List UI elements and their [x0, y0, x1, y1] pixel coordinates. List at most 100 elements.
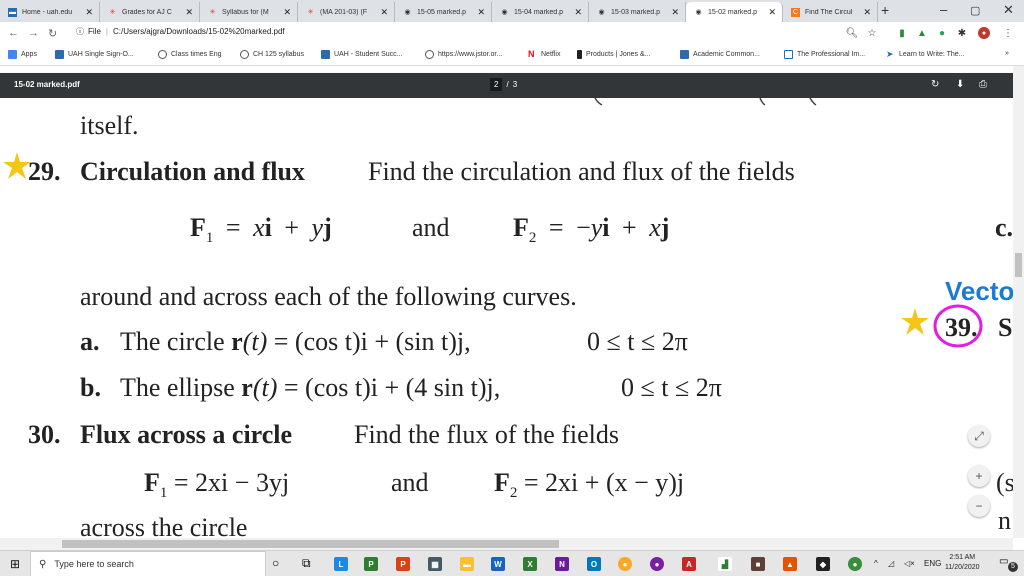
vertical-scrollbar[interactable]	[1013, 66, 1024, 538]
app-icon[interactable]: ▲	[783, 557, 797, 571]
back-icon[interactable]: ←	[8, 27, 19, 39]
chegg-icon: C	[791, 7, 800, 17]
app-icon[interactable]: ◆	[816, 557, 830, 571]
chart-app-icon[interactable]: ▟	[718, 557, 732, 571]
extension-icon[interactable]: ▮	[896, 27, 908, 39]
close-icon[interactable]: ✕	[574, 7, 582, 18]
taskbar-search-box[interactable]: ⚲ Type here to search	[30, 551, 266, 576]
minecraft-icon[interactable]: ■	[751, 557, 765, 571]
text-across-circle: across the circle	[80, 513, 248, 538]
tab-15-02-active[interactable]: ◉ 15-02 marked.p ✕	[686, 2, 783, 22]
fit-page-button[interactable]: ⤢	[968, 425, 990, 447]
close-icon[interactable]: ✕	[671, 7, 679, 18]
app-icon[interactable]: L	[334, 557, 348, 571]
forward-icon[interactable]: →	[28, 27, 39, 39]
rotate-icon[interactable]: ↻	[931, 79, 939, 90]
vertical-scroll-thumb[interactable]	[1015, 253, 1022, 277]
tab-15-05[interactable]: ◉ 15-05 marked.p ✕	[395, 2, 492, 22]
close-icon[interactable]: ✕	[768, 7, 776, 18]
netflix-icon: N	[528, 49, 535, 59]
notifications-icon[interactable]: ▭	[999, 556, 1008, 567]
zoom-icon[interactable]: 🔍︎	[846, 27, 859, 39]
puzzle-icon[interactable]: ✱	[956, 27, 968, 39]
bookmark-class-times[interactable]: Class times Eng	[158, 50, 222, 59]
task-view-icon[interactable]: ⧉	[302, 556, 311, 571]
close-icon[interactable]: ✕	[185, 7, 193, 18]
pdf-title: 15-02 marked.pdf	[14, 80, 80, 89]
cortana-icon[interactable]: ○	[272, 556, 279, 570]
horizontal-scroll-thumb[interactable]	[62, 540, 559, 548]
bookmark-learn-write[interactable]: ➤ Learn to Write: The...	[886, 50, 965, 59]
horizontal-scrollbar[interactable]	[0, 538, 1013, 550]
tab-15-03[interactable]: ◉ 15-03 marked.p ✕	[589, 2, 686, 22]
tab-home-uah[interactable]: ▬ Home - uah.edu ✕	[0, 2, 100, 22]
app-icon[interactable]: P	[396, 557, 410, 571]
excel-icon[interactable]: X	[523, 557, 537, 571]
close-icon[interactable]: ✕	[283, 7, 291, 18]
page-separator: /	[506, 80, 509, 89]
bookmark-uah-sso[interactable]: UAH Single Sign-O...	[55, 50, 134, 59]
right-text-paren: (s	[996, 468, 1013, 497]
zoom-out-button[interactable]: −	[968, 495, 990, 517]
address-bar[interactable]: ⓘ File | C:/Users/ajgra/Downloads/15-02%…	[76, 26, 285, 37]
bookmark-ch125[interactable]: CH 125 syllabus	[240, 50, 304, 59]
access-icon[interactable]: A	[682, 557, 696, 571]
text-itself: itself.	[80, 111, 139, 140]
extension-icon[interactable]: ▲	[916, 27, 928, 39]
tab-15-04[interactable]: ◉ 15-04 marked.p ✕	[492, 2, 589, 22]
print-icon[interactable]: ⎙	[979, 79, 987, 90]
bookmark-professional[interactable]: The Professional Im...	[784, 50, 865, 59]
avatar[interactable]: ●	[978, 27, 990, 39]
bookmark-academic[interactable]: Academic Common...	[680, 50, 760, 59]
tab-syllabus[interactable]: ✳ Syllabus for (M ✕	[200, 2, 298, 22]
browser-toolbar: ← → ↻ ⓘ File | C:/Users/ajgra/Downloads/…	[0, 22, 1024, 45]
language-indicator[interactable]: ENG	[924, 559, 941, 568]
extension-icon[interactable]: ●	[936, 27, 948, 39]
tab-grades[interactable]: ✳ Grades for AJ C ✕	[100, 2, 200, 22]
reload-icon[interactable]: ↻	[48, 27, 57, 40]
right-text-n: n	[998, 506, 1011, 535]
bookmark-jstor[interactable]: https://www.jstor.or...	[425, 50, 502, 59]
onenote-icon[interactable]: N	[555, 557, 569, 571]
network-icon[interactable]: ◿	[888, 559, 894, 568]
canvas-icon: ✳	[109, 9, 116, 16]
outlook-icon[interactable]: O	[587, 557, 601, 571]
bookmarks-more-button[interactable]: »	[1005, 50, 1009, 57]
app-icon[interactable]: ●	[650, 557, 664, 571]
tab-find-circulation[interactable]: C Find The Circul ✕	[783, 2, 878, 22]
menu-icon[interactable]: ⋮	[1002, 27, 1014, 39]
minimize-button[interactable]: –	[940, 2, 947, 17]
windows-start-icon[interactable]: ⊞	[10, 557, 20, 571]
taskbar-clock[interactable]: 2:51 AM 11/20/2020	[945, 553, 980, 573]
part-a-label: a.	[80, 327, 100, 356]
uah-icon	[321, 50, 330, 59]
folder-icon[interactable]: ▬	[460, 557, 474, 571]
word-icon[interactable]: W	[491, 557, 505, 571]
download-icon[interactable]: ⬇	[956, 79, 964, 90]
bookmark-netflix[interactable]: N Netflix	[528, 50, 560, 59]
page-number-input[interactable]: 2	[490, 78, 503, 91]
bookmark-apps[interactable]: Apps	[8, 50, 37, 59]
app-icon[interactable]: P	[364, 557, 378, 571]
store-icon[interactable]: ▦	[428, 557, 442, 571]
close-window-button[interactable]: ✕	[1003, 2, 1014, 18]
bookmark-uah-student[interactable]: UAH - Student Succ...	[321, 50, 402, 59]
formula-f1: F1 = xi + yj	[190, 213, 332, 247]
star-icon[interactable]: ☆	[866, 27, 878, 39]
close-icon[interactable]: ✕	[477, 7, 485, 18]
tray-chevron-icon[interactable]: ^	[874, 559, 878, 568]
address-url: C:/Users/ajgra/Downloads/15-02%20marked.…	[112, 27, 285, 36]
tab-ma201[interactable]: ✳ (MA 201-03) (F ✕	[298, 2, 395, 22]
uah-icon: ▬	[8, 7, 17, 17]
maximize-button[interactable]: ▢	[970, 4, 980, 17]
pdf-page: itself. 29. Circulation and flux Find th…	[0, 98, 1013, 538]
close-icon[interactable]: ✕	[863, 7, 871, 18]
app-icon[interactable]: ●	[848, 557, 862, 571]
bookmark-products[interactable]: Products | Jones &...	[577, 50, 650, 59]
new-tab-button[interactable]: +	[881, 3, 889, 17]
chrome-icon[interactable]: ●	[618, 557, 632, 571]
zoom-in-button[interactable]: +	[968, 465, 990, 487]
volume-icon[interactable]: ◁×	[904, 559, 915, 568]
close-icon[interactable]: ✕	[85, 7, 93, 18]
close-icon[interactable]: ✕	[380, 7, 388, 18]
